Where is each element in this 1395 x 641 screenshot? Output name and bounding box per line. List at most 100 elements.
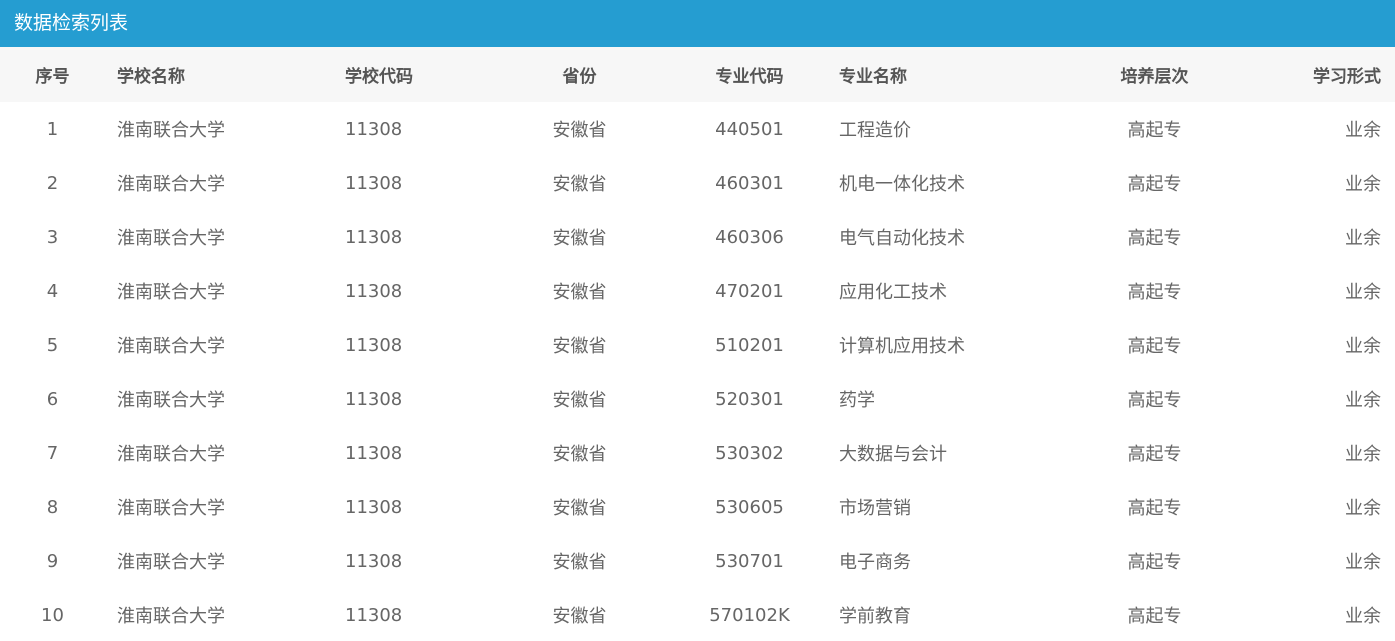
cell-study-mode: 业余 <box>1345 120 1381 141</box>
cell-major-code: 460301 <box>715 172 784 194</box>
cell-major-name: 机电一体化技术 <box>839 174 965 195</box>
cell-province: 安徽省 <box>552 282 607 303</box>
table-body: 1 淮南联合大学 11308 安徽省 440501 工程造价 高起专 业余 2 淮南联合大学 113… <box>0 102 1395 641</box>
cell-school-name: 淮南联合大学 <box>117 390 225 411</box>
cell-school-code: 11308 <box>345 118 403 140</box>
cell-school-code: 11308 <box>345 334 403 356</box>
cell-province: 安徽省 <box>552 174 607 195</box>
table-row: 2 淮南联合大学 11308 安徽省 460301 机电一体化技术 高起专 业余 <box>0 156 1395 210</box>
cell-index: 7 <box>46 442 59 464</box>
table-row: 7 淮南联合大学 11308 安徽省 530302 大数据与会计 高起专 业余 <box>0 426 1395 480</box>
cell-major-name: 学前教育 <box>839 606 911 627</box>
cell-province: 安徽省 <box>552 228 607 249</box>
cell-level: 高起专 <box>1127 282 1182 303</box>
cell-school-name: 淮南联合大学 <box>117 174 225 195</box>
cell-major-code: 510201 <box>715 334 784 356</box>
column-header-study-mode: 学习形式 <box>1313 67 1381 87</box>
column-header-school-code: 学校代码 <box>345 67 413 87</box>
cell-province: 安徽省 <box>552 606 607 627</box>
cell-province: 安徽省 <box>552 336 607 357</box>
cell-study-mode: 业余 <box>1345 282 1381 303</box>
table-row: 1 淮南联合大学 11308 安徽省 440501 工程造价 高起专 业余 <box>0 102 1395 156</box>
cell-study-mode: 业余 <box>1345 228 1381 249</box>
cell-province: 安徽省 <box>552 390 607 411</box>
table-header: 序号 学校名称 学校代码 省份 专业代码 专业名称 培养层次 学习形式 <box>0 47 1395 102</box>
cell-major-code: 470201 <box>715 280 784 302</box>
column-header-major-code: 专业代码 <box>715 67 784 87</box>
cell-school-code: 11308 <box>345 388 403 410</box>
cell-index: 8 <box>46 496 59 518</box>
cell-province: 安徽省 <box>552 444 607 465</box>
cell-level: 高起专 <box>1127 336 1182 357</box>
table-row: 10 淮南联合大学 11308 安徽省 570102K 学前教育 高起专 业余 <box>0 588 1395 641</box>
cell-major-code: 440501 <box>715 118 784 140</box>
cell-major-name: 大数据与会计 <box>839 444 947 465</box>
cell-level: 高起专 <box>1127 552 1182 573</box>
cell-level: 高起专 <box>1127 444 1182 465</box>
column-header-school-name: 学校名称 <box>117 67 185 87</box>
cell-school-code: 11308 <box>345 550 403 572</box>
cell-study-mode: 业余 <box>1345 444 1381 465</box>
cell-major-code: 530701 <box>715 550 784 572</box>
cell-school-code: 11308 <box>345 442 403 464</box>
cell-study-mode: 业余 <box>1345 606 1381 627</box>
table-row: 5 淮南联合大学 11308 安徽省 510201 计算机应用技术 高起专 业余 <box>0 318 1395 372</box>
table-row: 3 淮南联合大学 11308 安徽省 460306 电气自动化技术 高起专 业余 <box>0 210 1395 264</box>
column-header-major-name: 专业名称 <box>839 67 907 87</box>
cell-school-code: 11308 <box>345 226 403 248</box>
cell-school-name: 淮南联合大学 <box>117 606 225 627</box>
header-row: 序号 学校名称 学校代码 省份 专业代码 专业名称 培养层次 学习形式 <box>0 47 1395 102</box>
cell-school-code: 11308 <box>345 280 403 302</box>
cell-major-name: 电子商务 <box>839 552 911 573</box>
cell-major-code: 530605 <box>715 496 784 518</box>
cell-major-name: 市场营销 <box>839 498 911 519</box>
cell-level: 高起专 <box>1127 174 1182 195</box>
cell-province: 安徽省 <box>552 120 607 141</box>
column-header-province: 省份 <box>562 67 597 87</box>
cell-major-name: 电气自动化技术 <box>839 228 965 249</box>
cell-index: 4 <box>46 280 59 302</box>
cell-index: 10 <box>41 604 64 626</box>
cell-major-name: 计算机应用技术 <box>839 336 965 357</box>
cell-school-code: 11308 <box>345 172 403 194</box>
cell-school-name: 淮南联合大学 <box>117 228 225 249</box>
cell-major-code: 530302 <box>715 442 784 464</box>
cell-index: 1 <box>46 118 59 140</box>
cell-level: 高起专 <box>1127 228 1182 249</box>
cell-major-code: 460306 <box>715 226 784 248</box>
cell-major-code: 520301 <box>715 388 784 410</box>
cell-index: 6 <box>46 388 59 410</box>
table-row: 8 淮南联合大学 11308 安徽省 530605 市场营销 高起专 业余 <box>0 480 1395 534</box>
cell-school-name: 淮南联合大学 <box>117 120 225 141</box>
cell-study-mode: 业余 <box>1345 552 1381 573</box>
cell-index: 2 <box>46 172 59 194</box>
cell-school-name: 淮南联合大学 <box>117 552 225 573</box>
cell-school-name: 淮南联合大学 <box>117 336 225 357</box>
data-search-panel: 数据检索列表 序号 学校名称 学校代码 省份 专业代码 专业名称 培养层次 学习… <box>0 0 1395 641</box>
column-header-index: 序号 <box>35 67 70 87</box>
cell-province: 安徽省 <box>552 498 607 519</box>
cell-level: 高起专 <box>1127 498 1182 519</box>
cell-school-code: 11308 <box>345 604 403 626</box>
cell-school-name: 淮南联合大学 <box>117 444 225 465</box>
cell-major-name: 药学 <box>839 390 875 411</box>
table-row: 6 淮南联合大学 11308 安徽省 520301 药学 高起专 业余 <box>0 372 1395 426</box>
table-row: 9 淮南联合大学 11308 安徽省 530701 电子商务 高起专 业余 <box>0 534 1395 588</box>
cell-study-mode: 业余 <box>1345 498 1381 519</box>
cell-index: 3 <box>46 226 59 248</box>
cell-major-name: 应用化工技术 <box>839 282 947 303</box>
cell-index: 9 <box>46 550 59 572</box>
cell-school-name: 淮南联合大学 <box>117 282 225 303</box>
cell-level: 高起专 <box>1127 120 1182 141</box>
cell-study-mode: 业余 <box>1345 390 1381 411</box>
cell-major-name: 工程造价 <box>839 120 911 141</box>
cell-school-name: 淮南联合大学 <box>117 498 225 519</box>
cell-province: 安徽省 <box>552 552 607 573</box>
cell-level: 高起专 <box>1127 390 1182 411</box>
cell-index: 5 <box>46 334 59 356</box>
results-table: 序号 学校名称 学校代码 省份 专业代码 专业名称 培养层次 学习形式 1 淮南联… <box>0 47 1395 641</box>
panel-title: 数据检索列表 <box>0 0 1395 47</box>
cell-study-mode: 业余 <box>1345 336 1381 357</box>
cell-school-code: 11308 <box>345 496 403 518</box>
cell-study-mode: 业余 <box>1345 174 1381 195</box>
